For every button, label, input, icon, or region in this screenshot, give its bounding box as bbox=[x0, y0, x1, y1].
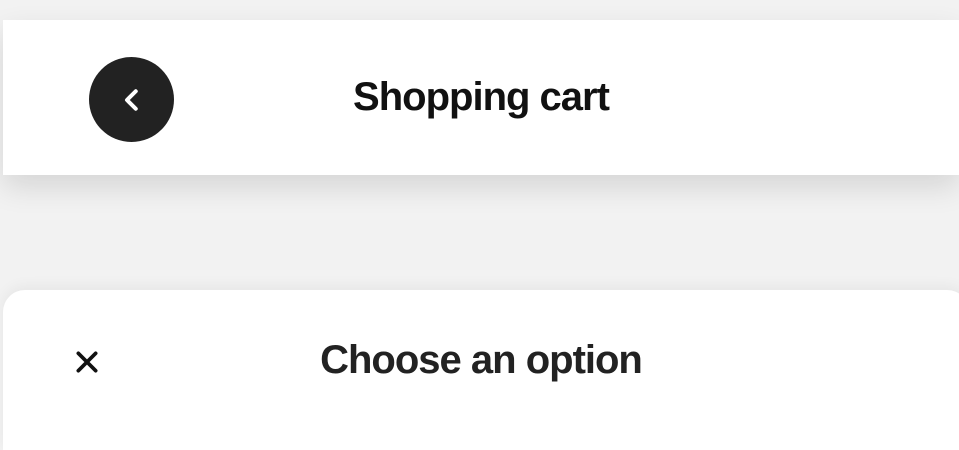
top-app-bar: Shopping cart bbox=[3, 20, 959, 175]
option-bottom-sheet: Choose an option bbox=[3, 290, 959, 450]
page-title: Shopping cart bbox=[353, 75, 610, 119]
sheet-title: Choose an option bbox=[320, 338, 643, 382]
